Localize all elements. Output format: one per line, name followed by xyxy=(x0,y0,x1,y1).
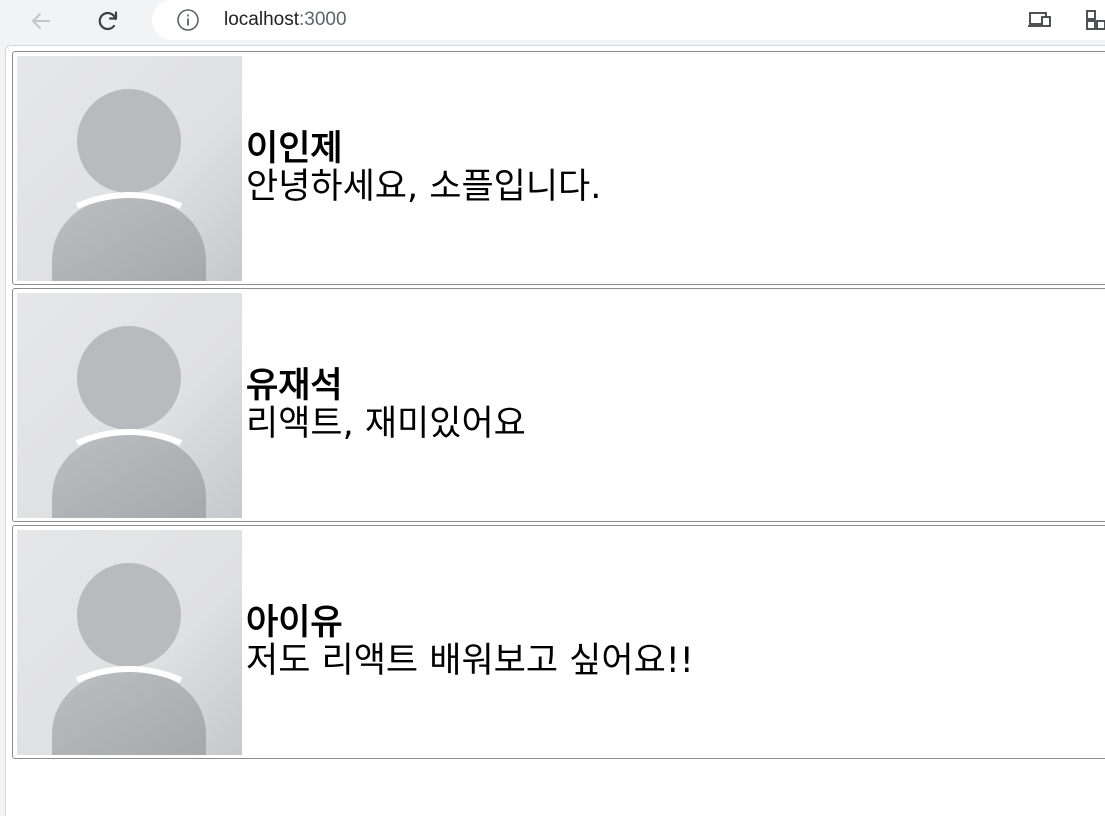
cast-icon[interactable] xyxy=(1028,9,1054,31)
url-host: localhost xyxy=(224,9,299,30)
info-icon[interactable] xyxy=(176,8,200,32)
comment-content: 이인제 안녕하세요, 소플입니다. xyxy=(246,52,601,284)
comment-author-name: 아이유 xyxy=(246,603,343,643)
comment-list: 이인제 안녕하세요, 소플입니다. 유재석 리액트, 재미있어요 아이유 저도 … xyxy=(12,51,1105,762)
comment-text: 저도 리액트 배워보고 싶어요!! xyxy=(246,641,694,681)
comment-text: 리액트, 재미있어요 xyxy=(246,404,526,444)
comment-author-name: 유재석 xyxy=(246,366,343,406)
back-button[interactable] xyxy=(24,4,58,38)
comment-content: 아이유 저도 리액트 배워보고 싶어요!! xyxy=(246,526,694,758)
url-text[interactable]: localhost:3000 xyxy=(224,9,347,31)
avatar-placeholder-icon xyxy=(17,293,242,518)
comment-card: 아이유 저도 리액트 배워보고 싶어요!! xyxy=(12,525,1105,759)
url-port: :3000 xyxy=(299,9,347,30)
page-viewport: 이인제 안녕하세요, 소플입니다. 유재석 리액트, 재미있어요 아이유 저도 … xyxy=(5,45,1105,816)
comment-text: 안녕하세요, 소플입니다. xyxy=(246,167,602,207)
reload-button[interactable] xyxy=(91,4,125,38)
comment-card: 이인제 안녕하세요, 소플입니다. xyxy=(12,51,1105,285)
address-bar[interactable]: localhost:3000 xyxy=(152,0,1105,40)
extensions-icon[interactable] xyxy=(1084,8,1105,32)
arrow-left-icon xyxy=(32,13,50,29)
comment-card: 유재석 리액트, 재미있어요 xyxy=(12,288,1105,522)
browser-toolbar: localhost:3000 xyxy=(0,0,1105,42)
avatar-placeholder-icon xyxy=(17,530,242,755)
comment-author-name: 이인제 xyxy=(246,129,343,169)
avatar-placeholder-icon xyxy=(17,56,242,281)
comment-content: 유재석 리액트, 재미있어요 xyxy=(246,289,526,521)
reload-icon xyxy=(98,11,118,31)
